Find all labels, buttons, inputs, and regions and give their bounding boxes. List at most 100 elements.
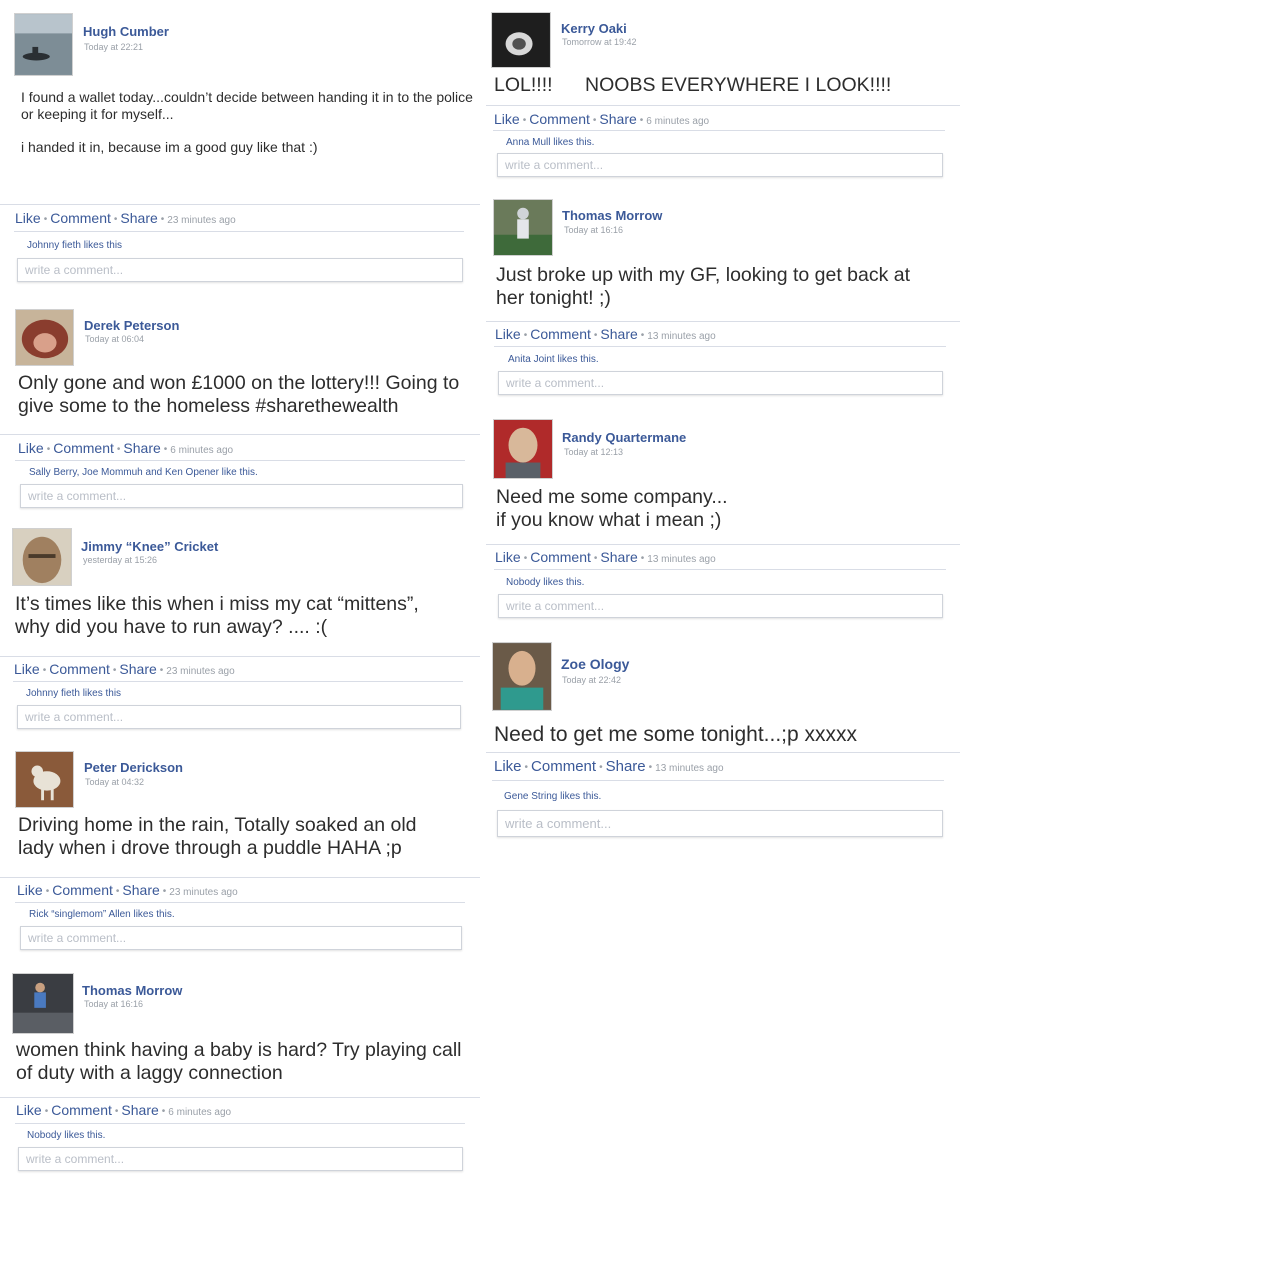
post-actions: Like • Comment • Share • 23 minutes ago — [15, 210, 236, 226]
share-link[interactable]: Share — [599, 111, 636, 127]
like-link[interactable]: Like — [18, 440, 44, 456]
comment-link[interactable]: Comment — [51, 1102, 112, 1118]
comment-input[interactable] — [498, 594, 943, 618]
like-link[interactable]: Like — [494, 758, 522, 775]
comment-input[interactable] — [20, 926, 462, 950]
comment-link[interactable]: Comment — [529, 111, 590, 127]
comment-input[interactable] — [20, 484, 463, 508]
separator-dot: • — [161, 1106, 166, 1117]
post-message: LOL!!!! NOOBS EVERYWHERE I LOOK!!!! — [494, 74, 892, 96]
avatar[interactable] — [492, 642, 552, 711]
like-link[interactable]: Like — [495, 549, 521, 565]
avatar[interactable] — [493, 419, 553, 479]
author-name[interactable]: Jimmy “Knee” Cricket — [81, 539, 218, 554]
separator-dot: • — [163, 444, 168, 455]
author-name[interactable]: Kerry Oaki — [561, 21, 627, 36]
author-name[interactable]: Thomas Morrow — [562, 208, 662, 223]
separator-dot: • — [112, 665, 117, 676]
post-age: 23 minutes ago — [167, 215, 236, 226]
separator-dot: • — [523, 553, 528, 564]
comment-link[interactable]: Comment — [531, 758, 596, 775]
post-actions: Like • Comment • Share • 6 minutes ago — [494, 111, 709, 127]
likes-summary[interactable]: Nobody likes this. — [506, 577, 584, 588]
author-name[interactable]: Derek Peterson — [84, 318, 179, 333]
comment-link[interactable]: Comment — [53, 440, 114, 456]
separator-dot: • — [159, 665, 164, 676]
comment-input[interactable] — [17, 258, 463, 282]
separator-dot: • — [43, 214, 48, 225]
likes-summary[interactable]: Gene String likes this. — [504, 791, 601, 802]
share-link[interactable]: Share — [122, 882, 159, 898]
post-age: 23 minutes ago — [169, 887, 238, 898]
post-age: 13 minutes ago — [647, 554, 716, 565]
share-link[interactable]: Share — [120, 210, 157, 226]
comment-input[interactable] — [498, 371, 943, 395]
post-message: women think having a baby is hard? Try p… — [16, 1039, 462, 1085]
post-age: 23 minutes ago — [166, 666, 235, 677]
separator-dot: • — [115, 886, 120, 897]
avatar[interactable] — [15, 309, 74, 366]
like-link[interactable]: Like — [16, 1102, 42, 1118]
like-link[interactable]: Like — [17, 882, 43, 898]
comment-input[interactable] — [18, 1147, 463, 1171]
comment-link[interactable]: Comment — [52, 882, 113, 898]
likes-summary[interactable]: Nobody likes this. — [27, 1130, 105, 1141]
post-actions: Like • Comment • Share • 13 minutes ago — [494, 758, 724, 775]
post-message: It’s times like this when i miss my cat … — [15, 593, 419, 639]
avatar[interactable] — [493, 199, 553, 256]
like-link[interactable]: Like — [495, 326, 521, 342]
likes-summary[interactable]: Johnny fieth likes this — [26, 688, 121, 699]
divider — [13, 681, 463, 682]
like-link[interactable]: Like — [15, 210, 41, 226]
share-link[interactable]: Share — [600, 549, 637, 565]
likes-summary[interactable]: Rick “singlemom” Allen likes this. — [29, 909, 175, 920]
author-name[interactable]: Randy Quartermane — [562, 430, 686, 445]
author-name[interactable]: Thomas Morrow — [82, 983, 182, 998]
divider — [486, 544, 960, 545]
share-link[interactable]: Share — [600, 326, 637, 342]
share-link[interactable]: Share — [606, 758, 646, 775]
post-message: I found a wallet today...couldn’t decide… — [21, 89, 473, 156]
avatar[interactable] — [12, 528, 72, 586]
divider — [486, 105, 960, 106]
post-age: 13 minutes ago — [655, 763, 724, 774]
separator-dot: • — [160, 214, 165, 225]
comment-link[interactable]: Comment — [530, 326, 591, 342]
divider — [0, 656, 480, 657]
divider — [15, 902, 465, 903]
post-time: yesterday at 15:26 — [83, 555, 158, 565]
separator-dot: • — [523, 330, 528, 341]
post-actions: Like • Comment • Share • 13 minutes ago — [495, 326, 716, 342]
separator-dot: • — [46, 444, 51, 455]
like-link[interactable]: Like — [494, 111, 520, 127]
share-link[interactable]: Share — [123, 440, 160, 456]
comment-input[interactable] — [17, 705, 461, 729]
divider — [0, 877, 480, 878]
avatar[interactable] — [491, 12, 551, 68]
comment-input[interactable] — [497, 153, 943, 177]
share-link[interactable]: Share — [119, 661, 156, 677]
separator-dot: • — [114, 1106, 119, 1117]
comment-input[interactable] — [497, 810, 943, 837]
comment-link[interactable]: Comment — [50, 210, 111, 226]
likes-summary[interactable]: Johnny fieth likes this — [27, 240, 122, 251]
avatar[interactable] — [15, 751, 74, 808]
likes-summary[interactable]: Anna Mull likes this. — [506, 137, 594, 148]
author-name[interactable]: Peter Derickson — [84, 760, 183, 775]
post-message: Only gone and won £1000 on the lottery!!… — [18, 372, 460, 418]
comment-link[interactable]: Comment — [49, 661, 110, 677]
comment-link[interactable]: Comment — [530, 549, 591, 565]
author-name[interactable]: Zoe Ology — [561, 656, 629, 672]
likes-summary[interactable]: Sally Berry, Joe Mommuh and Ken Opener l… — [29, 467, 258, 478]
likes-summary[interactable]: Anita Joint likes this. — [508, 354, 599, 365]
author-name[interactable]: Hugh Cumber — [83, 24, 169, 39]
divider — [486, 752, 960, 753]
avatar[interactable] — [14, 13, 73, 76]
separator-dot: • — [522, 115, 527, 126]
share-link[interactable]: Share — [121, 1102, 158, 1118]
avatar[interactable] — [12, 973, 74, 1034]
divider — [15, 460, 465, 461]
divider — [15, 1123, 465, 1124]
like-link[interactable]: Like — [14, 661, 40, 677]
divider — [486, 321, 960, 322]
